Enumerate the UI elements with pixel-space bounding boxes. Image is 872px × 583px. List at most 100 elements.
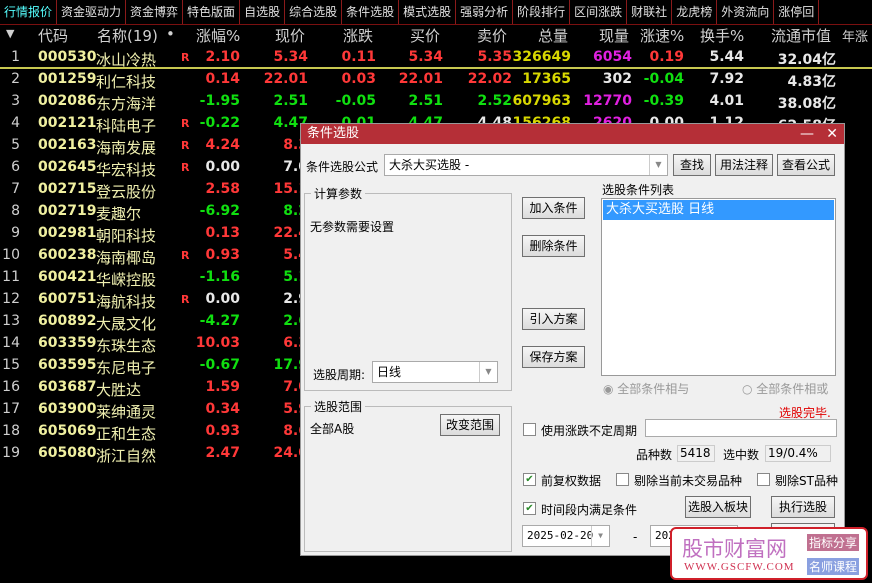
- table-row[interactable]: 2 001259 利仁科技 0.14 22.01 0.03 22.01 22.02 17365 3…: [0, 69, 872, 91]
- tab-14[interactable]: 涨停回: [774, 0, 820, 24]
- tab-9[interactable]: 阶段排行: [513, 0, 571, 24]
- fq-checkbox[interactable]: ✔: [523, 473, 536, 486]
- var-period-checkbox[interactable]: [523, 423, 536, 436]
- condition-list[interactable]: 大杀大买选股 日线: [601, 198, 836, 376]
- col-year[interactable]: 年涨: [842, 26, 868, 45]
- cell-vol: 326649: [512, 49, 571, 65]
- var-period-label: 使用涨跌不定周期: [541, 424, 638, 438]
- cell-i: 1: [11, 49, 20, 65]
- view-formula-button[interactable]: 查看公式: [777, 154, 835, 176]
- cell-code: 605080: [38, 445, 97, 461]
- cell-i: 18: [2, 423, 20, 439]
- cell-name: 海南椰岛: [96, 249, 157, 267]
- formula-select[interactable]: 大杀大买选股 - ▼: [384, 154, 668, 176]
- cell-bid: 2.51: [408, 93, 443, 109]
- find-button[interactable]: 查找: [673, 154, 711, 176]
- minimize-icon[interactable]: —: [800, 124, 814, 144]
- close-icon[interactable]: ✕: [826, 124, 838, 144]
- cell-code: 600892: [38, 313, 97, 329]
- tab-12[interactable]: 龙虎榜: [672, 0, 718, 24]
- col-name[interactable]: 名称(19): [97, 25, 158, 46]
- period-select[interactable]: 日线 ▼: [372, 361, 498, 383]
- dialog-titlebar[interactable]: 条件选股 — ✕: [301, 124, 844, 144]
- cell-code: 600421: [38, 269, 97, 285]
- col-price[interactable]: 现价: [275, 25, 305, 46]
- cell-code: 603687: [38, 379, 97, 395]
- chevron-down-icon[interactable]: ▼: [591, 526, 609, 546]
- col-cur[interactable]: 现量: [599, 25, 629, 46]
- cell-i: 17: [2, 401, 20, 417]
- tab-0[interactable]: 行情报价: [0, 0, 58, 24]
- col-cap[interactable]: 流通市值: [771, 25, 831, 46]
- col-ask[interactable]: 卖价: [477, 25, 507, 46]
- r-marker: R: [181, 293, 190, 306]
- cell-price: 22.01: [263, 71, 308, 87]
- tab-2[interactable]: 资金博弈: [126, 0, 184, 24]
- cell-pct: 1.59: [205, 379, 240, 395]
- table-row[interactable]: 3 002086 东方海洋 -1.95 2.51 -0.05 2.51 2.52 607963 1…: [0, 91, 872, 113]
- tab-3[interactable]: 特色版面: [183, 0, 241, 24]
- watermark-name: 股市财富网: [682, 537, 787, 561]
- save-plan-button[interactable]: 保存方案: [522, 346, 585, 368]
- to-block-button[interactable]: 选股入板块: [685, 496, 751, 518]
- chevron-down-icon[interactable]: ▼: [479, 362, 497, 382]
- cell-name: 大胜达: [96, 381, 142, 399]
- r-marker: R: [181, 161, 190, 174]
- cell-code: 603595: [38, 357, 97, 373]
- radio-or-label: 全部条件相或: [756, 382, 829, 396]
- col-bid[interactable]: 买价: [410, 25, 440, 46]
- col-dot: •: [166, 25, 175, 43]
- tab-1[interactable]: 资金驱动力: [57, 0, 127, 24]
- tab-4[interactable]: 自选股: [240, 0, 286, 24]
- radio-and[interactable]: ◉ 全部条件相与: [603, 380, 689, 397]
- cell-name: 冰山冷热: [96, 51, 157, 69]
- usage-button[interactable]: 用法注释: [715, 154, 773, 176]
- tab-11[interactable]: 财联社: [627, 0, 673, 24]
- var-period-input[interactable]: [645, 419, 837, 437]
- execute-button[interactable]: 执行选股: [771, 496, 835, 518]
- import-plan-button[interactable]: 引入方案: [522, 308, 585, 330]
- cell-turn: 7.92: [709, 71, 744, 87]
- cell-i: 5: [11, 137, 20, 153]
- cell-i: 3: [11, 93, 20, 109]
- tab-13[interactable]: 外资流向: [717, 0, 775, 24]
- period-value: 日线: [377, 365, 402, 379]
- tab-10[interactable]: 区间涨跌: [570, 0, 628, 24]
- cell-pct: -1.95: [199, 93, 240, 109]
- r-marker: R: [181, 139, 190, 152]
- col-code[interactable]: 代码: [38, 25, 68, 46]
- col-turn[interactable]: 换手%: [700, 25, 744, 46]
- exclude-untraded-checkbox[interactable]: [616, 473, 629, 486]
- cell-code: 600751: [38, 291, 97, 307]
- delete-condition-button[interactable]: 删除条件: [522, 235, 585, 257]
- cell-code: 605069: [38, 423, 97, 439]
- cell-name: 莱绅通灵: [96, 403, 157, 421]
- cell-pct: 0.13: [205, 225, 240, 241]
- table-row[interactable]: 1 000530 冰山冷热 2.10 5.34 0.11 5.34 5.35 326649 605…: [0, 47, 872, 69]
- cell-i: 7: [11, 181, 20, 197]
- tab-8[interactable]: 强弱分析: [456, 0, 514, 24]
- chevron-down-icon[interactable]: ▼: [649, 155, 667, 175]
- cell-name: 东珠生态: [96, 337, 157, 355]
- cell-turn: 4.01: [709, 93, 744, 109]
- radio-or[interactable]: ○ 全部条件相或: [742, 380, 828, 397]
- cell-pct: 0.93: [205, 247, 240, 263]
- date-from-picker[interactable]: 2025-02-20 ▼: [522, 525, 610, 547]
- col-speed[interactable]: 涨速%: [640, 25, 684, 46]
- cell-chg: 0.03: [341, 71, 376, 87]
- cell-name: 利仁科技: [96, 73, 157, 91]
- col-chg[interactable]: 涨跌: [343, 25, 373, 46]
- exclude-st-checkbox[interactable]: [757, 473, 770, 486]
- cell-i: 15: [2, 357, 20, 373]
- condition-list-item[interactable]: 大杀大买选股 日线: [603, 200, 834, 220]
- add-condition-button[interactable]: 加入条件: [522, 197, 585, 219]
- tab-5[interactable]: 综合选股: [285, 0, 343, 24]
- cell-code: 002163: [38, 137, 97, 153]
- sort-arrow-icon[interactable]: ▼: [6, 27, 14, 40]
- col-vol[interactable]: 总量: [538, 25, 568, 46]
- in-period-checkbox[interactable]: ✔: [523, 502, 536, 515]
- tab-7[interactable]: 模式选股: [399, 0, 457, 24]
- col-pct[interactable]: 涨幅%: [196, 25, 240, 46]
- change-scope-button[interactable]: 改变范围: [440, 414, 500, 436]
- tab-6[interactable]: 条件选股: [342, 0, 400, 24]
